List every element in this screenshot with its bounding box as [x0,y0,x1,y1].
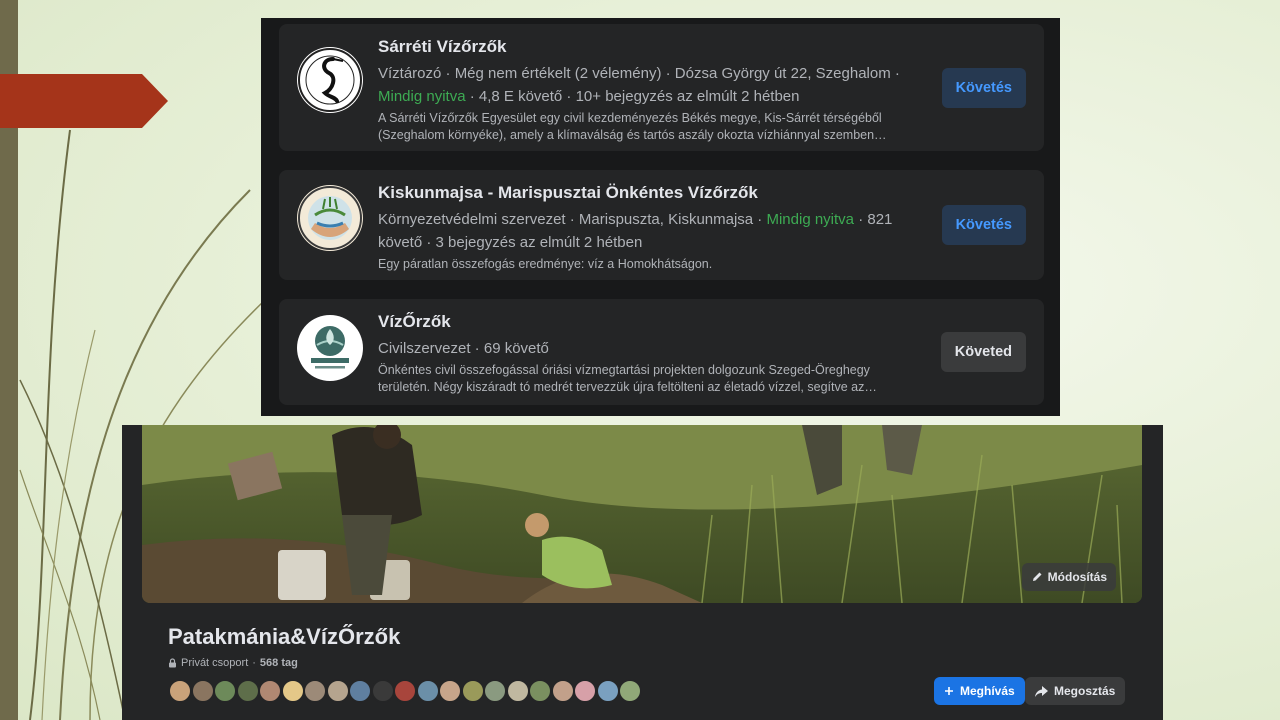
lock-icon [169,658,176,668]
member-count[interactable]: 568 tag [260,657,298,669]
member-avatar[interactable] [213,679,237,703]
follow-button[interactable]: Követés [941,205,1026,245]
member-avatar[interactable] [415,679,440,703]
member-avatar[interactable] [438,679,462,703]
member-avatar[interactable] [190,679,215,703]
follow-button[interactable]: Követés [941,68,1026,108]
member-avatar[interactable] [280,679,305,703]
member-avatar[interactable] [483,679,507,703]
share-button[interactable]: Megosztás [1025,677,1126,705]
member-avatar[interactable] [370,679,395,703]
result-meta: Civilszervezet · 69 követő [378,340,549,357]
result-card[interactable]: Sárréti Vízőrzők Víztározó · Még nem ért… [279,24,1044,151]
result-card[interactable]: VízŐrzők Civilszervezet · 69 követő Önké… [279,299,1044,405]
member-avatar[interactable] [618,679,642,703]
slide-arrow-shape [0,74,168,128]
member-avatar[interactable] [550,679,575,703]
result-description: Egy páratlan összefogás eredménye: víz a… [378,257,713,271]
member-avatars[interactable] [168,679,642,703]
member-avatar[interactable] [303,679,327,703]
member-avatar[interactable] [393,679,417,703]
hands-water-logo-icon[interactable] [297,185,363,251]
open-status: Mindig nyitva [766,211,855,228]
result-description: Önkéntes civil összefogással óriási vízm… [378,363,877,394]
member-avatar[interactable] [258,679,282,703]
member-avatar[interactable] [168,679,192,703]
invite-button[interactable]: Meghívás [934,677,1025,705]
heron-logo-icon[interactable] [297,47,363,113]
share-arrow-icon [1035,685,1048,697]
result-meta: Víztározó · Még nem értékelt (2 vélemény… [378,65,900,105]
group-title: Patakmánia&VízŐrzők [168,624,401,649]
cover-photo: Módosítás [142,425,1142,603]
cover-image [142,425,1142,603]
member-avatar[interactable] [595,679,620,703]
pencil-icon [1032,572,1042,581]
vizorzok-logo-icon[interactable] [297,315,363,381]
result-meta: Környezetvédelmi szervezet · Marispuszta… [378,211,893,251]
following-button[interactable]: Követed [940,332,1026,372]
member-avatar[interactable] [573,679,597,703]
member-avatar[interactable] [505,679,530,703]
open-status: Mindig nyitva [378,88,466,105]
plus-icon [945,687,953,695]
result-title[interactable]: Sárréti Vízőrzők [378,36,918,58]
member-avatar[interactable] [325,679,350,703]
page-search-results: Sárréti Vízőrzők Víztározó · Még nem ért… [261,18,1060,416]
edit-cover-button[interactable]: Módosítás [1021,563,1116,591]
member-avatar[interactable] [528,679,552,703]
privacy-label: Privát csoport [181,657,249,669]
member-avatar[interactable] [348,679,372,703]
result-description: A Sárréti Vízőrzők Egyesület egy civil k… [378,111,887,142]
member-avatar[interactable] [235,679,260,703]
group-meta: Privát csoport · 568 tag [168,657,298,669]
result-card[interactable]: Kiskunmajsa - Marispusztai Önkéntes Víző… [279,170,1044,280]
member-avatar[interactable] [460,679,485,703]
group-page: Módosítás Patakmánia&VízŐrzők Privát cso… [122,425,1163,720]
result-title[interactable]: Kiskunmajsa - Marispusztai Önkéntes Víző… [378,182,918,204]
result-title[interactable]: VízŐrzők [378,311,918,333]
